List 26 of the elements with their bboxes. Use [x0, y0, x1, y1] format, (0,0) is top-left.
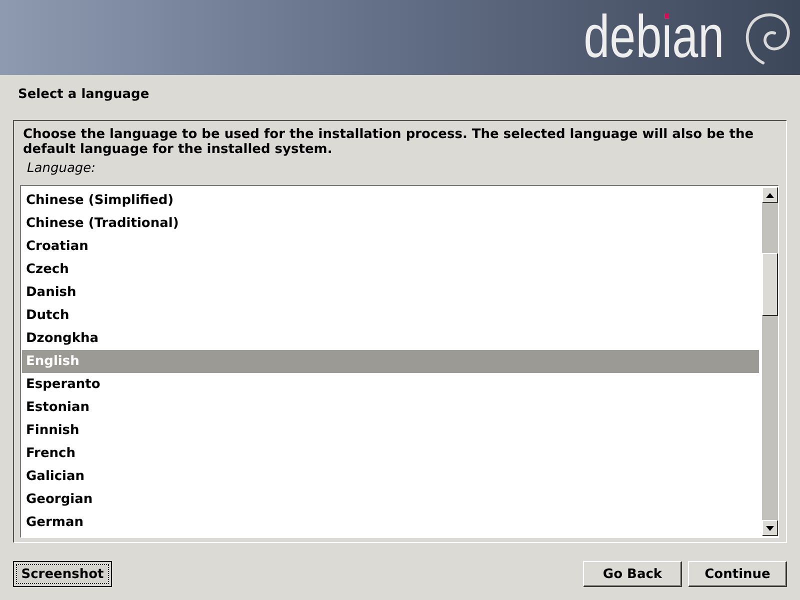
- language-option[interactable]: Dutch: [22, 304, 759, 327]
- up-arrow-icon: [766, 192, 774, 198]
- language-option[interactable]: Galician: [22, 465, 759, 488]
- language-option[interactable]: Esperanto: [22, 373, 759, 396]
- language-option[interactable]: Croatian: [22, 235, 759, 258]
- scrollbar-thumb[interactable]: [762, 253, 778, 316]
- language-option[interactable]: German: [22, 511, 759, 534]
- scroll-up-button[interactable]: [762, 187, 778, 203]
- scroll-down-button[interactable]: [762, 520, 778, 536]
- language-option[interactable]: Czech: [22, 258, 759, 281]
- language-option[interactable]: French: [22, 442, 759, 465]
- language-option[interactable]: Chinese (Simplified): [22, 189, 759, 212]
- language-option[interactable]: Chinese (Traditional): [22, 212, 759, 235]
- screenshot-button[interactable]: Screenshot: [13, 561, 112, 587]
- language-option[interactable]: Estonian: [22, 396, 759, 419]
- field-label: Language:: [26, 161, 96, 177]
- down-arrow-icon: [766, 526, 774, 530]
- language-option[interactable]: Danish: [22, 281, 759, 304]
- description-text: Choose the language to be used for the installation process. The selected language will also be the default language for the installed system.: [22, 127, 755, 157]
- language-list[interactable]: Chinese (Simplified) Chinese (Traditional) Croatian Czech Danish Dutch Dzongkha English Esperanto Estonian Finnish French Galician Georgian German: [20, 185, 779, 538]
- language-option[interactable]: Finnish: [22, 419, 759, 442]
- continue-button[interactable]: Continue: [688, 561, 787, 587]
- language-option[interactable]: Dzongkha: [22, 327, 759, 350]
- language-option[interactable]: Georgian: [22, 488, 759, 511]
- page-title: Select a language: [17, 86, 150, 103]
- go-back-button[interactable]: Go Back: [583, 561, 682, 587]
